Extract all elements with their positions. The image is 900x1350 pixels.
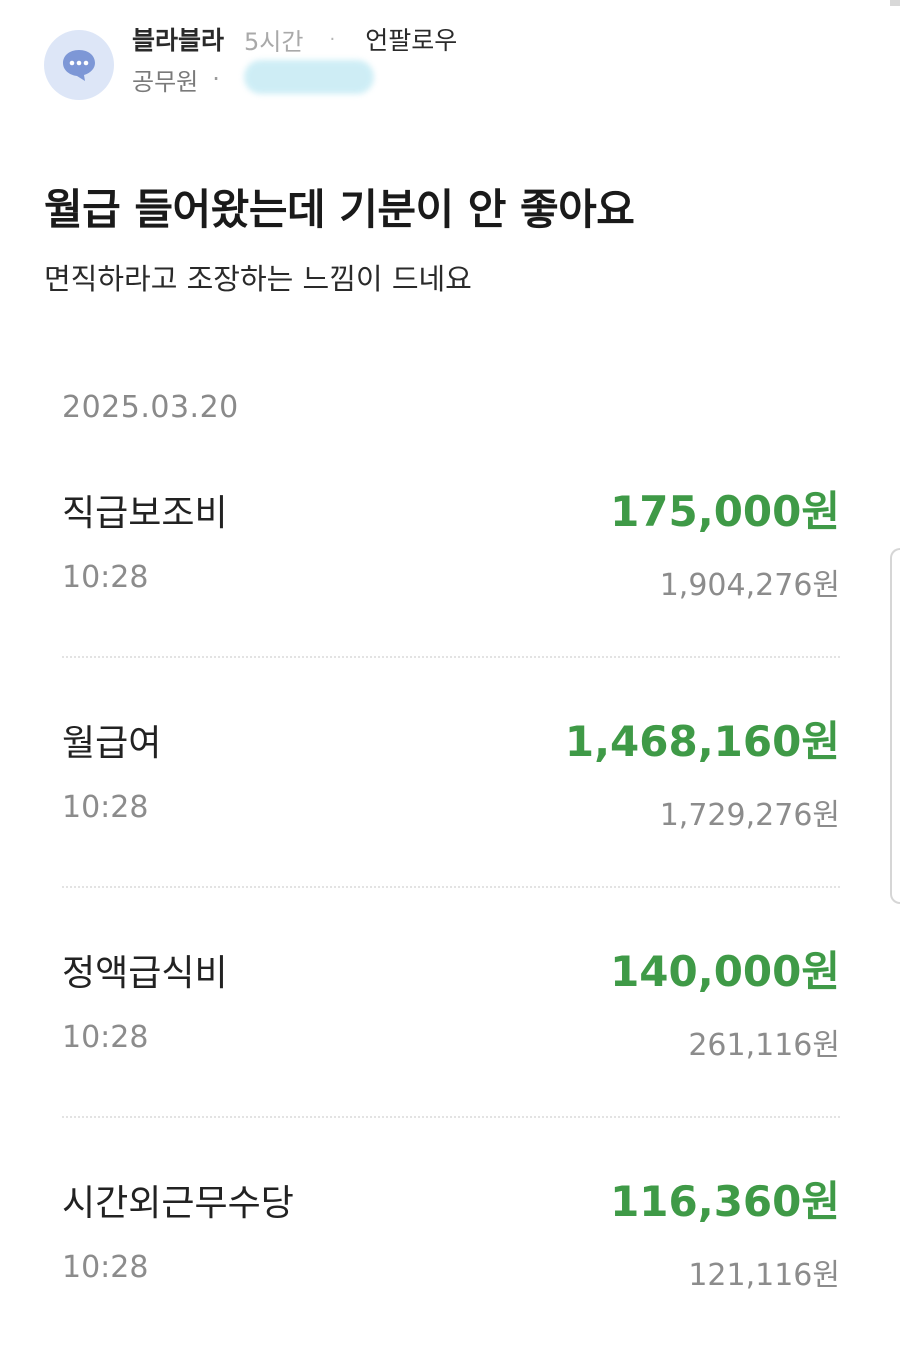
transaction-balance: 121,116원: [688, 1258, 840, 1293]
transaction-label: 시간외근무수당: [62, 1183, 294, 1224]
transaction-balance: 1,729,276원: [659, 798, 840, 833]
separator-dot: ·: [329, 28, 336, 50]
transaction-amount: 175,000원: [610, 487, 840, 536]
list-item[interactable]: 월급여 1,468,160원 10:28 1,729,276원: [62, 700, 840, 930]
author-name[interactable]: 블라블라: [132, 21, 224, 57]
list-item[interactable]: 직급보조비 175,000원 10:28 1,904,276원: [62, 470, 840, 700]
transaction-time: 10:28: [62, 1020, 149, 1055]
post-title: 월급 들어왔는데 기분이 안 좋아요: [44, 185, 635, 234]
transaction-time: 10:28: [62, 790, 149, 825]
redaction-mark: [244, 60, 374, 94]
transaction-balance: 1,904,276원: [659, 568, 840, 603]
company-line: 공무원 ·: [132, 62, 220, 96]
transaction-amount: 116,360원: [610, 1177, 840, 1226]
transaction-date: 2025.03.20: [62, 390, 239, 425]
transaction-time: 10:28: [62, 1250, 149, 1285]
unfollow-button[interactable]: 언팔로우: [365, 21, 457, 57]
company-name[interactable]: 공무원: [132, 62, 198, 97]
post-header: 블라블라 5시간 · 언팔로우 공무원 ·: [44, 22, 864, 102]
author-line: 블라블라 5시간 · 언팔로우: [132, 22, 457, 56]
divider: [62, 886, 840, 888]
chat-bubble-icon: [63, 50, 95, 81]
divider: [62, 1116, 840, 1118]
list-item[interactable]: 시간외근무수당 116,360원 10:28 121,116원: [62, 1160, 840, 1350]
post-body: 면직하라고 조장하는 느낌이 드네요: [44, 262, 472, 296]
scrollbar[interactable]: [890, 548, 900, 904]
divider: [62, 656, 840, 658]
transaction-amount: 1,468,160원: [564, 717, 840, 766]
transaction-label: 직급보조비: [62, 493, 228, 534]
transaction-list: 직급보조비 175,000원 10:28 1,904,276원 월급여 1,46…: [62, 470, 840, 1350]
post-time: 5시간: [244, 27, 304, 56]
list-item[interactable]: 정액급식비 140,000원 10:28 261,116원: [62, 930, 840, 1160]
transaction-label: 정액급식비: [62, 953, 228, 994]
transaction-label: 월급여: [62, 723, 162, 764]
avatar[interactable]: [44, 30, 114, 100]
post-page: 블라블라 5시간 · 언팔로우 공무원 · 월급 들어왔는데 기분이 안 좋아요…: [0, 0, 900, 1350]
status-bar-fragment: [890, 0, 900, 6]
transaction-time: 10:28: [62, 560, 149, 595]
transaction-balance: 261,116원: [688, 1028, 840, 1063]
company-separator: ·: [212, 65, 220, 93]
transaction-amount: 140,000원: [610, 947, 840, 996]
